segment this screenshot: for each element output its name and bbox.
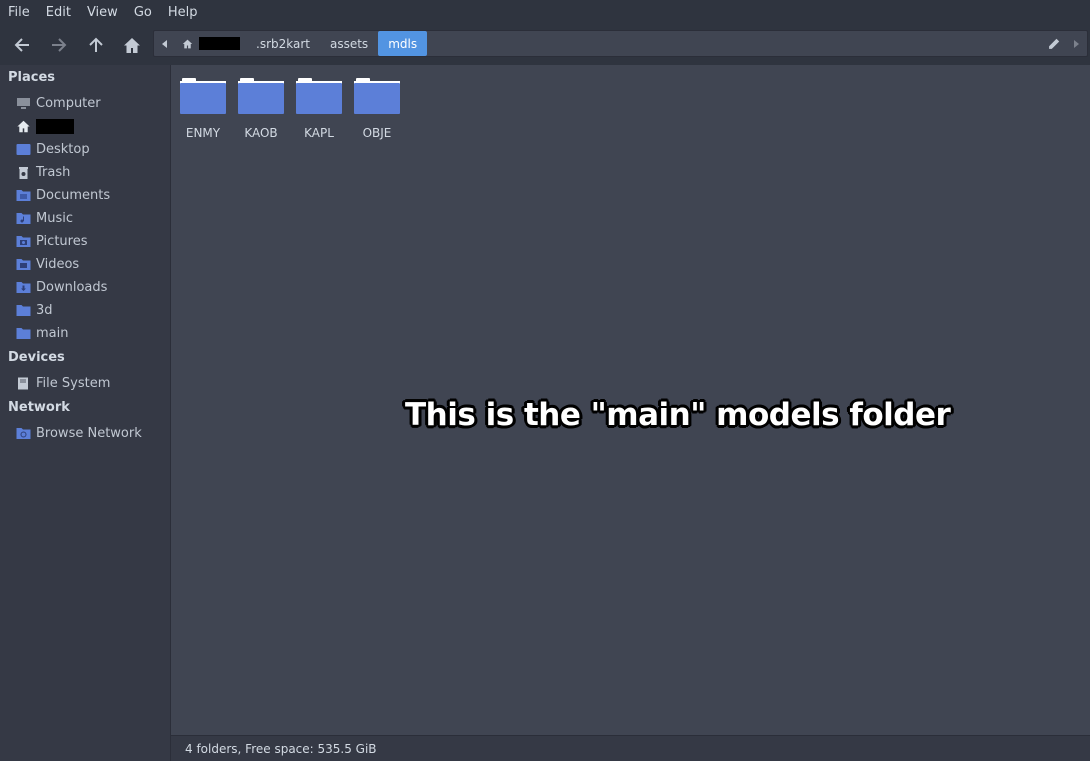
sidebar-item-label: Downloads bbox=[36, 279, 108, 295]
arrow-up-icon bbox=[89, 37, 103, 52]
network-heading: Network bbox=[8, 400, 70, 415]
crumb-assets[interactable]: assets bbox=[320, 31, 378, 56]
folder-icon bbox=[180, 78, 226, 114]
places-heading: Places bbox=[8, 70, 56, 85]
redacted-username bbox=[199, 37, 240, 50]
sidebar-item-label: Pictures bbox=[36, 233, 88, 249]
sidebar-item-label: Documents bbox=[36, 187, 111, 203]
sidebar-item-music[interactable]: Music bbox=[16, 208, 73, 228]
sidebar-item-label: Browse Network bbox=[36, 425, 142, 441]
sidebar-item-label: Videos bbox=[36, 256, 80, 272]
annotation-caption: This is the "main" models folder bbox=[405, 397, 951, 433]
folder-icon bbox=[16, 327, 31, 340]
folder-icon bbox=[16, 304, 31, 317]
music-folder-icon bbox=[16, 212, 31, 225]
sidebar-item-downloads[interactable]: Downloads bbox=[16, 277, 107, 297]
sidebar-item-file-system[interactable]: File System bbox=[16, 373, 110, 393]
sidebar-item-main[interactable]: main bbox=[16, 323, 68, 343]
computer-icon bbox=[16, 97, 31, 110]
home-icon bbox=[16, 120, 31, 133]
drive-icon bbox=[16, 377, 31, 390]
file-view[interactable]: ENMY KAOB KAPL OBJE This is the "main" m… bbox=[171, 65, 1090, 735]
folder-item[interactable]: OBJE bbox=[348, 77, 406, 140]
folder-icon bbox=[296, 78, 342, 114]
forward-button[interactable] bbox=[45, 31, 73, 59]
folder-item[interactable]: KAPL bbox=[290, 77, 348, 140]
chevron-left-icon bbox=[162, 39, 167, 48]
videos-folder-icon bbox=[16, 258, 31, 271]
downloads-folder-icon bbox=[16, 281, 31, 294]
sidebar-item-trash[interactable]: Trash bbox=[16, 162, 70, 182]
sidebar-item-pictures[interactable]: Pictures bbox=[16, 231, 87, 251]
desktop-folder-icon bbox=[16, 143, 31, 156]
sidebar-item-home[interactable] bbox=[16, 116, 74, 136]
edit-location-button[interactable] bbox=[1043, 31, 1065, 56]
folder-name: ENMY bbox=[185, 126, 221, 140]
sidebar-item-label: Music bbox=[36, 210, 73, 226]
pictures-folder-icon bbox=[16, 235, 31, 248]
sidebar-item-label: Computer bbox=[36, 95, 101, 111]
folder-item[interactable]: KAOB bbox=[232, 77, 290, 140]
crumb-home[interactable] bbox=[176, 31, 246, 56]
sidebar-item-desktop[interactable]: Desktop bbox=[16, 139, 90, 159]
statusbar: 4 folders, Free space: 535.5 GiB bbox=[171, 735, 1090, 761]
sidebar-item-label: File System bbox=[36, 375, 111, 391]
crumb-mdls[interactable]: mdls bbox=[378, 31, 428, 56]
sidebar: Places Computer Desktop Trash Documents bbox=[0, 65, 171, 761]
home-icon bbox=[124, 37, 140, 53]
folder-name: OBJE bbox=[362, 126, 392, 140]
home-icon bbox=[182, 39, 193, 48]
menu-help[interactable]: Help bbox=[160, 0, 206, 25]
sidebar-item-3d[interactable]: 3d bbox=[16, 300, 53, 320]
menu-go[interactable]: Go bbox=[126, 0, 160, 25]
pencil-icon bbox=[1049, 38, 1060, 49]
status-text: 4 folders, Free space: 535.5 GiB bbox=[185, 741, 377, 756]
arrow-left-icon bbox=[14, 38, 29, 52]
menu-view[interactable]: View bbox=[79, 0, 126, 25]
sidebar-item-browse-network[interactable]: Browse Network bbox=[16, 423, 142, 443]
path-scroll-right-button[interactable] bbox=[1065, 31, 1087, 56]
back-button[interactable] bbox=[8, 31, 36, 59]
pathbar: .srb2kart assets mdls bbox=[153, 30, 1088, 57]
menubar: File Edit View Go Help bbox=[0, 0, 1090, 25]
sidebar-item-documents[interactable]: Documents bbox=[16, 185, 110, 205]
sidebar-item-videos[interactable]: Videos bbox=[16, 254, 79, 274]
sidebar-item-label: Desktop bbox=[36, 141, 90, 157]
toolbar: .srb2kart assets mdls bbox=[0, 25, 1090, 65]
home-button[interactable] bbox=[118, 31, 146, 59]
folder-name: KAOB bbox=[244, 126, 278, 140]
folder-icon bbox=[354, 78, 400, 114]
up-button[interactable] bbox=[82, 31, 110, 59]
menu-file[interactable]: File bbox=[0, 0, 38, 25]
folder-icon bbox=[238, 78, 284, 114]
chevron-right-icon bbox=[1074, 39, 1079, 48]
sidebar-item-computer[interactable]: Computer bbox=[16, 93, 101, 113]
sidebar-item-label: 3d bbox=[36, 302, 53, 318]
crumb-srb2kart[interactable]: .srb2kart bbox=[246, 31, 320, 56]
arrow-right-icon bbox=[52, 38, 67, 52]
folder-item[interactable]: ENMY bbox=[174, 77, 232, 140]
sidebar-item-label: Trash bbox=[36, 164, 71, 180]
menu-edit[interactable]: Edit bbox=[38, 0, 79, 25]
documents-folder-icon bbox=[16, 189, 31, 202]
redacted-home-label bbox=[36, 118, 74, 134]
folder-name: KAPL bbox=[304, 126, 334, 140]
path-scroll-left-button[interactable] bbox=[154, 31, 176, 56]
pathbar-right-controls bbox=[1043, 31, 1087, 56]
network-icon bbox=[16, 427, 31, 440]
sidebar-item-label: main bbox=[36, 325, 69, 341]
devices-heading: Devices bbox=[8, 350, 65, 365]
trash-icon bbox=[16, 166, 31, 179]
